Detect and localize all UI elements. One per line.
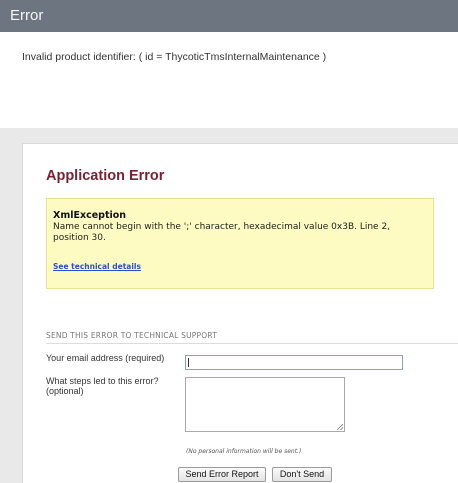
see-technical-details-link[interactable]: See technical details xyxy=(53,262,141,271)
steps-label: What steps led to this error? (optional) xyxy=(46,376,159,396)
email-label: Your email address (required) xyxy=(46,353,165,363)
error-details-box: XmlException Name cannot begin with the … xyxy=(46,198,434,289)
window-title-bar: Error xyxy=(0,0,458,32)
support-section-heading: SEND THIS ERROR TO TECHNICAL SUPPORT xyxy=(46,331,458,344)
steps-textarea[interactable] xyxy=(185,377,345,432)
dont-send-button[interactable]: Don't Send xyxy=(272,467,332,482)
panel-title: Application Error xyxy=(46,168,165,184)
send-error-report-button[interactable]: Send Error Report xyxy=(178,467,266,482)
resize-grip-icon[interactable] xyxy=(337,424,343,430)
exception-message: Name cannot begin with the ';' character… xyxy=(53,222,391,243)
message-area: Invalid product identifier: ( id = Thyco… xyxy=(0,32,458,128)
exception-name: XmlException xyxy=(53,210,127,221)
text-caret xyxy=(188,358,189,367)
error-message: Invalid product identifier: ( id = Thyco… xyxy=(22,51,327,63)
application-error-panel: Application Error XmlException Name cann… xyxy=(22,143,458,483)
email-field[interactable] xyxy=(185,355,403,370)
window-title: Error xyxy=(10,7,44,24)
privacy-note: (No personal information will be sent.) xyxy=(186,448,302,455)
